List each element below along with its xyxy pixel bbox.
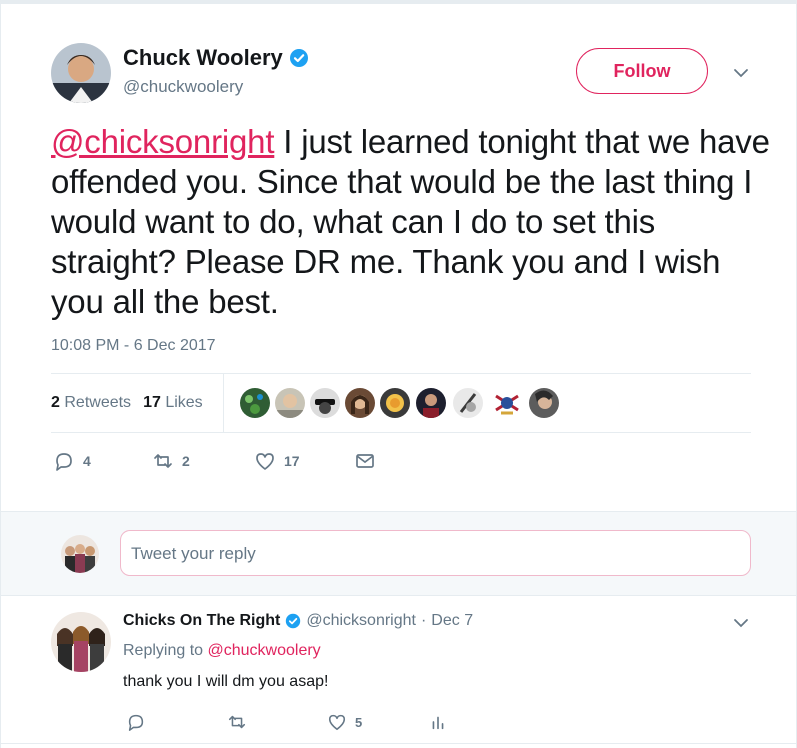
liker-avatar[interactable] (529, 388, 559, 418)
chevron-down-icon[interactable] (731, 613, 751, 633)
divider-top (51, 373, 751, 374)
divider-end (1, 743, 796, 744)
stats-separator (223, 374, 224, 432)
reply-author-row: Chicks On The Right @chicksonright · Dec… (123, 612, 473, 630)
reply-retweet-action[interactable] (227, 712, 247, 732)
tweet-timestamp[interactable]: 10:08 PM - 6 Dec 2017 (51, 337, 216, 355)
tweet-text: @chicksonright I just learned tonight th… (51, 122, 771, 322)
liker-avatar[interactable] (275, 388, 305, 418)
chevron-down-icon[interactable] (731, 63, 751, 83)
retweets-stat[interactable]: 2 Retweets (51, 394, 131, 412)
follow-button[interactable]: Follow (576, 48, 708, 94)
reply-separator: · (420, 612, 427, 629)
reply-action[interactable]: 4 (53, 450, 91, 472)
divider-bottom (51, 432, 751, 433)
viewer-avatar[interactable] (61, 535, 99, 573)
author-name[interactable]: Chuck Woolery (123, 45, 283, 71)
replying-to: Replying to @chuckwoolery (123, 642, 321, 660)
reply-author-name[interactable]: Chicks On The Right (123, 612, 280, 630)
direct-message-action[interactable] (354, 450, 376, 472)
reply-icon (56, 453, 72, 471)
author-avatar[interactable] (51, 43, 111, 103)
replying-prefix: Replying to (123, 642, 204, 659)
liker-avatar[interactable] (380, 388, 410, 418)
reply-date[interactable]: Dec 7 (431, 612, 473, 630)
left-border (0, 0, 1, 748)
author-handle[interactable]: @chuckwoolery (123, 77, 243, 97)
reply-like-action[interactable]: 5 (327, 712, 362, 732)
reply-analytics-action[interactable] (428, 712, 448, 732)
reply-author-handle[interactable]: @chicksonright (306, 612, 416, 630)
reply-input[interactable]: Tweet your reply (120, 530, 751, 576)
liker-avatar[interactable] (345, 388, 375, 418)
verified-badge-icon (286, 613, 301, 629)
liker-avatar[interactable] (416, 388, 446, 418)
reply-count: 4 (83, 453, 91, 469)
top-strip (0, 0, 797, 4)
retweet-icon (154, 454, 172, 468)
heart-icon (328, 714, 346, 731)
liker-avatar[interactable] (240, 388, 270, 418)
replying-to-link[interactable]: @chuckwoolery (208, 642, 321, 659)
heart-icon (256, 453, 274, 470)
likes-stat[interactable]: 17 Likes (143, 394, 203, 412)
like-count: 17 (284, 453, 300, 469)
reply-like-count: 5 (355, 714, 363, 730)
engagement-stats: 2 Retweets 17 Likes (51, 394, 203, 412)
reply-author-avatar[interactable] (51, 612, 111, 672)
reply-reply-action[interactable] (126, 712, 146, 732)
liker-avatar[interactable] (453, 388, 483, 418)
message-icon (356, 454, 374, 468)
reply-text: thank you I will dm you asap! (123, 673, 329, 690)
retweet-action[interactable]: 2 (152, 450, 190, 472)
liker-avatar[interactable] (492, 388, 522, 418)
verified-badge-icon (289, 49, 308, 67)
retweet-icon (228, 715, 246, 729)
reply-icon (128, 714, 144, 731)
author-name-row: Chuck Woolery (123, 45, 309, 71)
liker-avatar[interactable] (310, 388, 340, 418)
analytics-icon (432, 716, 444, 730)
mention-link[interactable]: @chicksonright (51, 123, 274, 160)
retweet-count: 2 (182, 453, 190, 469)
like-action[interactable]: 17 (254, 450, 300, 472)
